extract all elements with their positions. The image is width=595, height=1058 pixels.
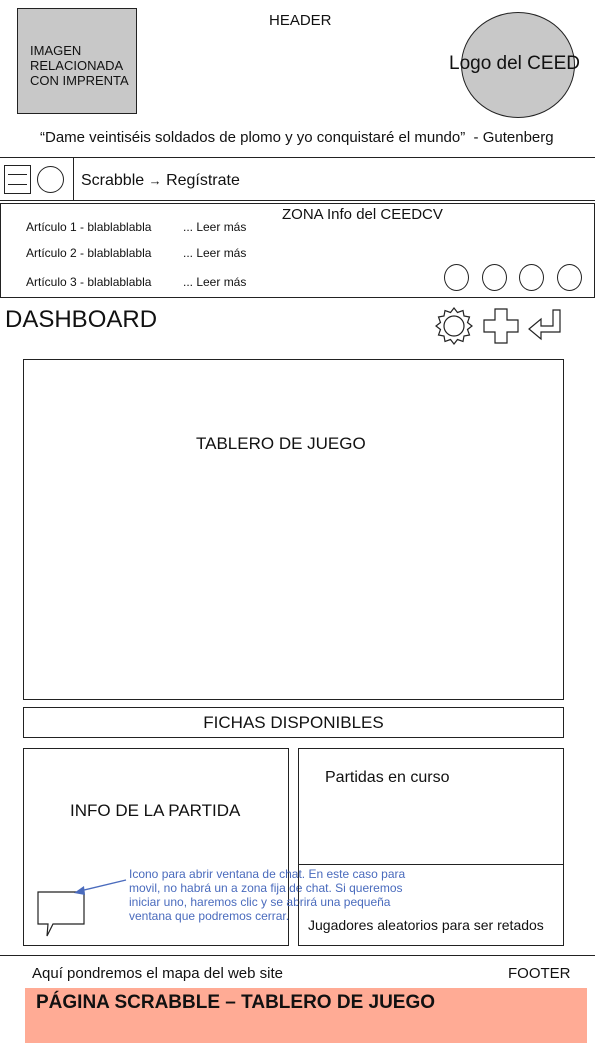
article-2-read-more[interactable]: ... Leer más <box>183 246 246 260</box>
current-games-divider <box>299 864 563 865</box>
current-games-label: Partidas en curso <box>325 769 450 786</box>
article-3-label[interactable]: Artículo 3 - blablablabla <box>26 275 151 289</box>
breadcrumb-register[interactable]: Regístrate <box>166 172 240 189</box>
menu-icon[interactable] <box>4 165 31 194</box>
page-title-banner: PÁGINA SCRABBLE – TABLERO DE JUEGO <box>25 988 587 1043</box>
social-icon-3[interactable] <box>519 264 544 291</box>
footer-label: FOOTER <box>508 965 571 982</box>
header-quote: “Dame veintiséis soldados de plomo y yo … <box>40 129 554 146</box>
available-tiles-label: FICHAS DISPONIBLES <box>203 713 384 732</box>
breadcrumb-arrow: → <box>148 173 162 188</box>
game-info-label: INFO DE LA PARTIDA <box>70 801 241 820</box>
article-2-label[interactable]: Artículo 2 - blablablabla <box>26 246 151 260</box>
available-tiles-panel[interactable]: FICHAS DISPONIBLES <box>23 707 564 738</box>
game-board-label: TABLERO DE JUEGO <box>196 434 366 453</box>
navbar-bottom-border <box>0 200 595 201</box>
return-icon[interactable] <box>527 307 563 343</box>
breadcrumb: Scrabble → Regístrate <box>81 172 240 190</box>
navbar-top-border <box>0 157 595 158</box>
sitemap-text[interactable]: Aquí pondremos el mapa del web site <box>32 965 283 982</box>
info-top-border <box>0 203 595 204</box>
profile-circle-icon[interactable] <box>37 166 64 193</box>
dashboard-title: DASHBOARD <box>5 306 158 333</box>
chat-note-arrow <box>74 879 127 895</box>
game-board[interactable]: TABLERO DE JUEGO <box>23 359 564 700</box>
info-bottom-border <box>0 297 595 298</box>
navbar-divider <box>73 157 74 200</box>
article-3-read-more[interactable]: ... Leer más <box>183 275 246 289</box>
header-label: HEADER <box>269 12 332 29</box>
info-left-border <box>0 203 1 297</box>
random-players-label[interactable]: Jugadores aleatorios para ser retados <box>308 917 544 933</box>
logo-text: Logo del CEED <box>449 53 580 74</box>
footer-top-border <box>0 955 595 956</box>
info-zone-title: ZONA Info del CEEDCV <box>282 206 443 223</box>
article-1-read-more[interactable]: ... Leer más <box>183 220 246 234</box>
gear-icon[interactable] <box>433 305 475 347</box>
breadcrumb-scrabble[interactable]: Scrabble <box>81 172 144 189</box>
social-icon-4[interactable] <box>557 264 582 291</box>
social-icon-2[interactable] <box>482 264 507 291</box>
plus-icon[interactable] <box>482 307 520 345</box>
social-icon-1[interactable] <box>444 264 469 291</box>
page-title: PÁGINA SCRABBLE – TABLERO DE JUEGO <box>36 992 436 1013</box>
header-image-placeholder: IMAGEN RELACIONADA CON IMPRENTA <box>17 8 137 114</box>
current-games-panel: Partidas en curso Jugadores aleatorios p… <box>298 748 564 946</box>
article-1-label[interactable]: Artículo 1 - blablablabla <box>26 220 151 234</box>
header-image-text: IMAGEN RELACIONADA CON IMPRENTA <box>30 43 129 88</box>
